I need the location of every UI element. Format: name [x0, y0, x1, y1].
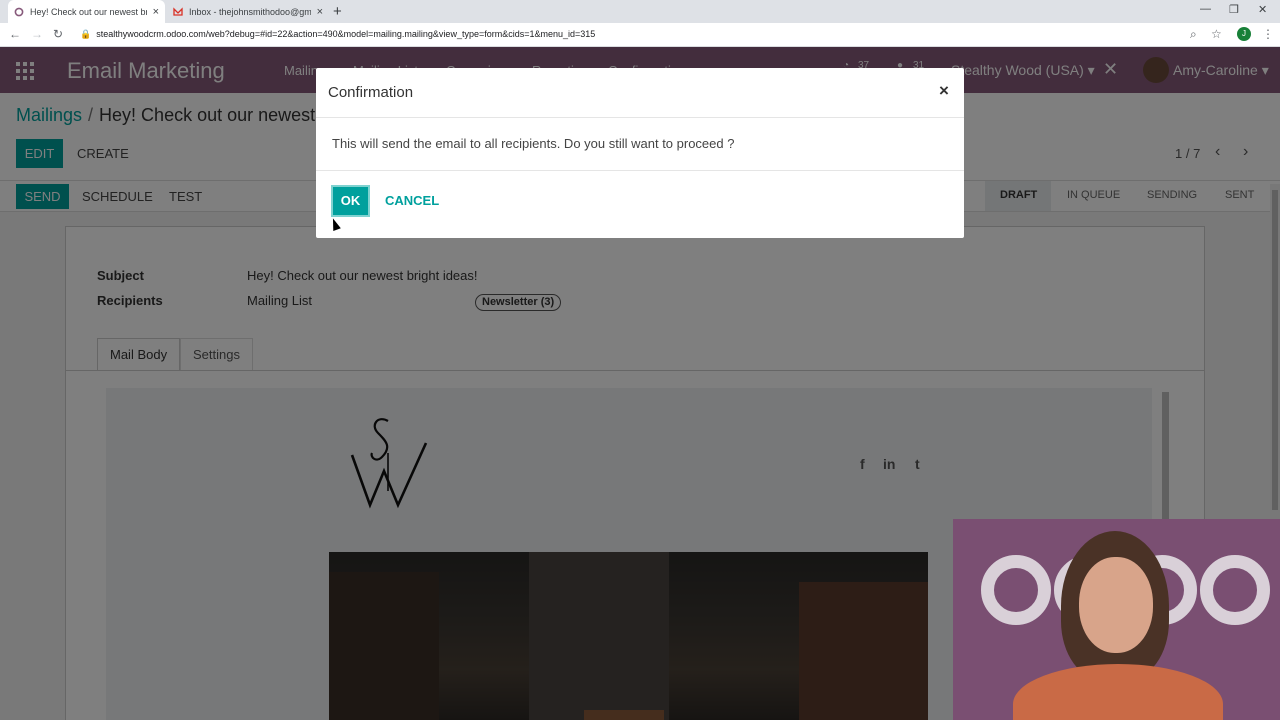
- url-field[interactable]: 🔒 stealthywoodcrm.odoo.com/web?debug=#id=…: [80, 29, 595, 40]
- gmail-favicon-icon: [173, 6, 183, 16]
- dialog-header-divider: [316, 117, 964, 118]
- dialog-footer-divider: [316, 170, 964, 171]
- odoo-logo-ring: [981, 555, 1051, 625]
- lock-icon: 🔒: [80, 29, 92, 39]
- browser-menu-icon[interactable]: ⋮: [1262, 27, 1274, 41]
- browser-tab-inbox[interactable]: Inbox - thejohnsmithodoo@gma ×: [167, 0, 329, 23]
- odoo-logo-ring: [1200, 555, 1270, 625]
- back-arrow-icon[interactable]: ←: [9, 27, 21, 41]
- presenter-webcam: [953, 519, 1280, 720]
- presenter-face: [1079, 557, 1153, 653]
- cancel-button[interactable]: CANCEL: [385, 193, 439, 208]
- new-tab-button[interactable]: +: [333, 3, 342, 20]
- close-window-icon[interactable]: ✕: [1258, 3, 1267, 16]
- close-tab-icon[interactable]: ×: [153, 6, 159, 18]
- odoo-favicon-icon: [14, 7, 24, 16]
- confirmation-dialog: Confirmation × This will send the email …: [316, 68, 964, 238]
- close-tab-icon[interactable]: ×: [317, 6, 323, 18]
- close-icon[interactable]: ×: [939, 81, 949, 101]
- browser-tab-mailing[interactable]: Hey! Check out our newest brigh ×: [8, 0, 165, 23]
- presenter-body: [1013, 664, 1223, 720]
- dialog-message: This will send the email to all recipien…: [332, 136, 735, 151]
- minimize-window-icon[interactable]: —: [1200, 3, 1211, 15]
- restore-window-icon[interactable]: ❐: [1229, 3, 1239, 16]
- browser-address-bar: ← → ↻ 🔒 stealthywoodcrm.odoo.com/web?debu…: [0, 23, 1280, 47]
- url-text: stealthywoodcrm.odoo.com/web?debug=#id=2…: [96, 29, 596, 39]
- ok-button[interactable]: OK: [331, 185, 370, 217]
- browser-tab-title: Hey! Check out our newest brigh: [30, 6, 147, 17]
- reload-icon[interactable]: ↻: [53, 27, 63, 41]
- browser-tab-bar: Hey! Check out our newest brigh × Inbox …: [0, 0, 1280, 23]
- dialog-title: Confirmation: [328, 84, 414, 101]
- browser-tab-title: Inbox - thejohnsmithodoo@gma: [189, 6, 311, 17]
- zoom-icon[interactable]: ⌕: [1190, 27, 1197, 42]
- forward-arrow-icon[interactable]: →: [31, 27, 43, 41]
- bookmark-star-icon[interactable]: ☆: [1211, 27, 1222, 41]
- profile-avatar[interactable]: J: [1237, 27, 1251, 41]
